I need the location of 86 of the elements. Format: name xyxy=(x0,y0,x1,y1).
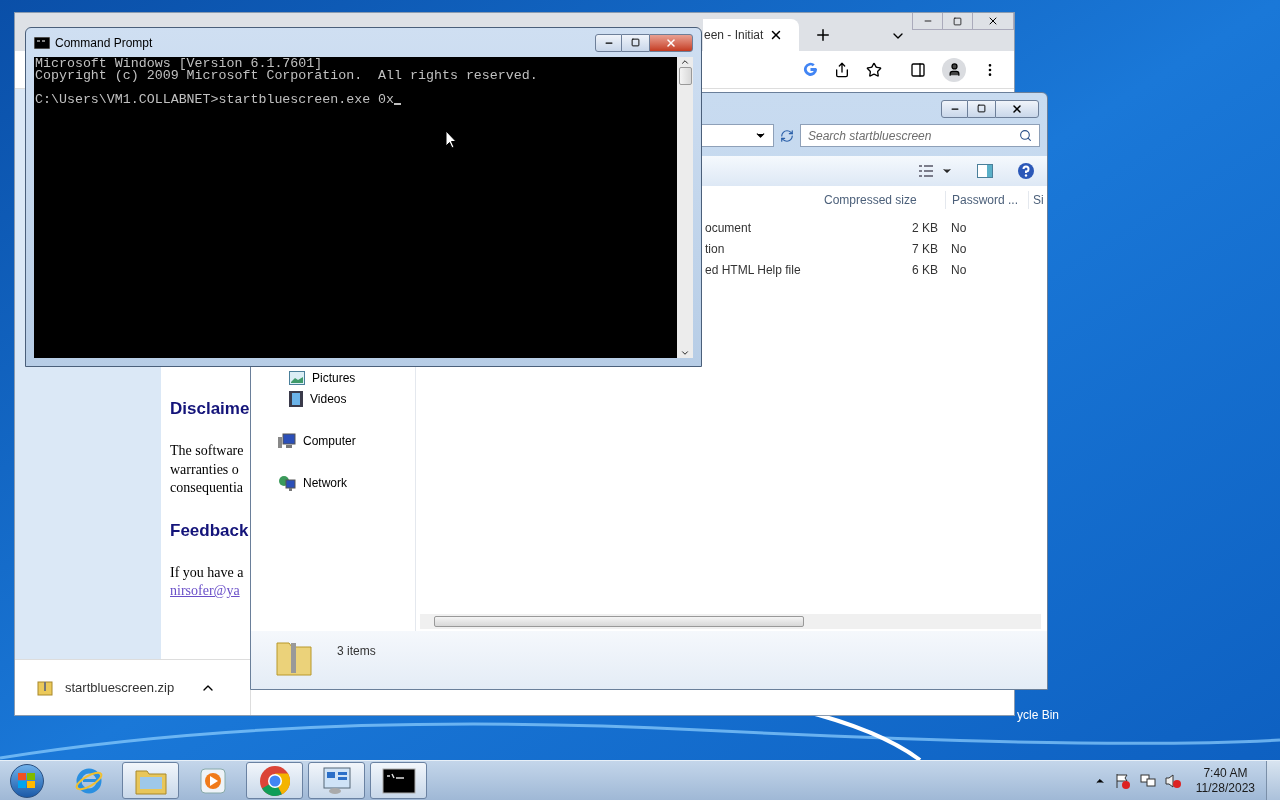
star-icon[interactable] xyxy=(866,61,882,78)
profile-button[interactable] xyxy=(942,57,966,82)
mouse-pointer-icon xyxy=(445,130,457,149)
maximize-icon xyxy=(953,16,962,26)
email-link[interactable]: nirsofer@ya xyxy=(170,582,240,601)
search-placeholder: Search startbluescreen xyxy=(808,127,933,145)
browser-tab[interactable]: een - Initiat xyxy=(703,19,799,51)
scroll-down-icon[interactable] xyxy=(680,348,690,358)
new-tab-icon[interactable] xyxy=(814,26,832,44)
column-header[interactable]: Password ... xyxy=(945,191,1028,209)
maximize-button[interactable] xyxy=(968,99,995,118)
film-icon xyxy=(289,390,303,407)
maximize-icon xyxy=(631,38,640,47)
console-prompt: C:\Users\VM1.COLLABNET>startbluescreen.exe 0x xyxy=(35,94,395,106)
scrollbar-thumb[interactable] xyxy=(678,67,692,85)
size-cell-text: 2 KB xyxy=(912,219,938,237)
search-field[interactable]: Search startbluescreen xyxy=(800,124,1040,147)
chrome-logo-icon xyxy=(258,764,291,797)
section-heading: Disclaime xyxy=(170,398,250,420)
paragraph-line: The software xyxy=(170,442,244,460)
flag-icon[interactable] xyxy=(1114,772,1131,789)
control-panel-icon xyxy=(321,765,352,796)
network-icon[interactable] xyxy=(1139,772,1156,789)
help-icon[interactable] xyxy=(1017,162,1035,180)
clock-date: 11/28/2023 xyxy=(1195,780,1255,796)
scroll-up-icon[interactable] xyxy=(680,57,690,67)
minimize-button[interactable] xyxy=(941,99,968,118)
taskbar-button[interactable] xyxy=(370,762,427,799)
paragraph-line: consequentia xyxy=(170,479,244,497)
section-heading: Feedback xyxy=(170,519,249,542)
close-button[interactable] xyxy=(649,33,693,52)
horizontal-scrollbar[interactable] xyxy=(420,614,1041,629)
paragraph-line: warranties o xyxy=(170,460,239,479)
person-icon xyxy=(946,62,962,77)
network-icon xyxy=(278,474,296,491)
close-icon xyxy=(987,15,999,27)
zip-folder-icon xyxy=(37,679,53,696)
item-count: 3 items xyxy=(337,643,376,660)
file-type-cell: tion xyxy=(705,241,725,256)
clock-time: 7:40 AM xyxy=(1203,765,1248,781)
console-line: Microsoft Windows [Version 6.1.7601] xyxy=(35,58,323,70)
console-icon xyxy=(381,767,416,794)
tab-title: een - Initiat xyxy=(704,27,764,44)
size-cell-text: 6 KB xyxy=(912,261,938,279)
window-title: Command Prompt xyxy=(55,34,153,52)
navigation-item[interactable]: Videos xyxy=(259,388,415,409)
navigation-item[interactable]: Network xyxy=(259,472,415,493)
refresh-icon[interactable] xyxy=(780,128,794,143)
windows-logo-icon xyxy=(18,772,36,789)
password-cell: No xyxy=(951,241,967,256)
close-icon xyxy=(665,36,677,49)
scrollbar-thumb[interactable] xyxy=(434,616,804,627)
file-type-cell: ed HTML Help file xyxy=(705,262,801,277)
desktop-icon-label[interactable]: ycle Bin xyxy=(1017,706,1060,724)
play-icon xyxy=(199,767,226,794)
search-icon xyxy=(1019,129,1032,142)
navigation-item[interactable]: Pictures xyxy=(259,367,415,388)
close-icon xyxy=(1011,102,1023,115)
download-filename: startbluescreen.zip xyxy=(65,678,175,697)
start-button[interactable] xyxy=(10,763,44,798)
text-cursor xyxy=(394,103,402,105)
console-icon xyxy=(34,36,50,49)
maximize-button[interactable] xyxy=(622,33,649,52)
column-header[interactable]: Si xyxy=(1028,191,1047,209)
picture-icon xyxy=(289,370,305,385)
view-list-icon[interactable] xyxy=(919,165,933,177)
clock[interactable]: 7:40 AM 11/28/2023 xyxy=(1195,765,1255,796)
google-g-icon[interactable] xyxy=(803,62,818,77)
navigation-item[interactable]: Computer xyxy=(259,430,415,451)
password-cell: No xyxy=(951,262,967,277)
size-cell-text: 7 KB xyxy=(912,240,938,258)
side-panel-icon[interactable] xyxy=(910,61,926,78)
show-desktop-button[interactable] xyxy=(1266,760,1280,800)
computer-icon xyxy=(278,432,296,449)
column-header[interactable]: Compressed size xyxy=(818,191,945,209)
console-line: Copyright (c) 2009 Microsoft Corporation. All rights reserved. xyxy=(35,70,539,82)
preview-pane-icon[interactable] xyxy=(977,164,993,178)
share-icon[interactable] xyxy=(834,61,850,78)
vertical-scrollbar[interactable] xyxy=(677,57,693,358)
minimize-button[interactable] xyxy=(595,33,622,52)
paragraph-line: If you have a xyxy=(170,563,244,582)
password-cell: No xyxy=(951,220,967,235)
close-button[interactable] xyxy=(995,99,1039,118)
maximize-icon xyxy=(977,104,986,113)
file-type-cell: ocument xyxy=(705,220,752,235)
speaker-muted-icon[interactable] xyxy=(1164,772,1181,789)
